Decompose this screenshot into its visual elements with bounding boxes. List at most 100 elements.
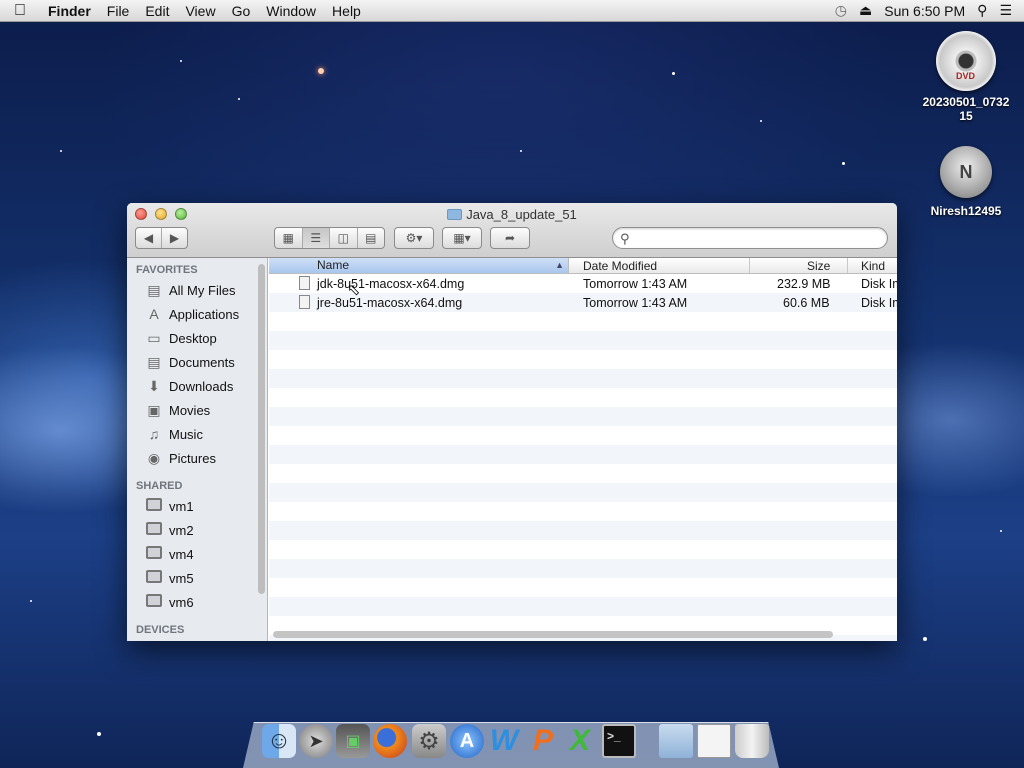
desktop-icon-dvd[interactable]: DVD 20230501_073215 — [921, 31, 1011, 123]
trash-icon[interactable] — [735, 724, 769, 758]
eject-icon[interactable]: ⏏ — [859, 2, 872, 19]
table-row[interactable]: jre-8u51-macosx-x64.dmg Tomorrow 1:43 AM… — [269, 293, 897, 312]
clock[interactable]: Sun 6:50 PM — [884, 3, 965, 19]
applications-folder-icon[interactable] — [659, 724, 693, 758]
sidebar-item-label: Downloads — [169, 378, 234, 394]
star — [238, 98, 240, 100]
sidebar-item-applications[interactable]: A Applications — [127, 302, 267, 326]
sidebar-item-vm4[interactable]: vm4 — [127, 542, 267, 566]
back-button[interactable]: ◀ — [136, 228, 162, 248]
column-header-date[interactable]: Date Modified — [583, 259, 657, 273]
time-machine-icon[interactable]: ◷ — [835, 2, 847, 19]
title-bar[interactable]: Java_8_update_51 ◀ ▶ ▦ ☰ ◫ ▤ ⚙▾ ▦▾ ➦ ⚲ — [127, 203, 897, 258]
menu-view[interactable]: View — [177, 3, 223, 19]
menu-window[interactable]: Window — [258, 3, 324, 19]
network-computer-icon — [145, 570, 163, 586]
sidebar: FAVORITES ▤ All My Files A Applications ▭ D… — [127, 258, 268, 641]
icon-view-button[interactable]: ▦ — [275, 228, 303, 248]
apple-menu-icon[interactable]:  — [0, 2, 40, 20]
forward-button[interactable]: ▶ — [162, 228, 187, 248]
sidebar-item-vm5[interactable]: vm5 — [127, 566, 267, 590]
notification-center-icon[interactable]: ☰ — [999, 2, 1012, 19]
sidebar-item-label: vm6 — [169, 594, 194, 610]
menu-file[interactable]: File — [99, 3, 138, 19]
folder-icon — [447, 209, 463, 220]
share-button[interactable]: ➦ — [490, 227, 530, 249]
sidebar-scrollbar[interactable] — [258, 264, 265, 594]
file-date: Tomorrow 1:43 AM — [583, 277, 688, 291]
sidebar-item-pictures[interactable]: ◉ Pictures — [127, 446, 267, 470]
back-forward-control: ◀ ▶ — [135, 227, 188, 249]
sidebar-item-movies[interactable]: ▣ Movies — [127, 398, 267, 422]
document-icon — [299, 295, 310, 309]
sidebar-item-vm1[interactable]: vm1 — [127, 494, 267, 518]
mouse-pointer-icon: ⬁ — [347, 282, 361, 299]
powerpoint-icon[interactable]: P — [526, 724, 560, 758]
star — [97, 732, 101, 736]
finder-icon[interactable]: ☺ — [262, 724, 296, 758]
sidebar-item-label: Pictures — [169, 450, 216, 466]
sidebar-item-label: Music — [169, 426, 203, 442]
preview-icon[interactable] — [697, 724, 731, 758]
list-view-button[interactable]: ☰ — [302, 228, 330, 248]
terminal-icon[interactable]: >_ — [602, 724, 636, 758]
column-divider[interactable] — [749, 258, 750, 273]
search-field[interactable]: ⚲ — [612, 227, 888, 249]
app-menu[interactable]: Finder — [40, 3, 99, 19]
sidebar-header-shared: SHARED — [136, 480, 183, 492]
sidebar-item-all-my-files[interactable]: ▤ All My Files — [127, 278, 267, 302]
sidebar-item-label: vm2 — [169, 522, 194, 538]
column-header-kind[interactable]: Kind — [861, 259, 885, 273]
file-size: 60.6 MB — [783, 296, 830, 310]
gear-icon: ⚙▾ — [405, 231, 423, 245]
sidebar-item-music[interactable]: ♫ Music — [127, 422, 267, 446]
sidebar-item-vm6[interactable]: vm6 — [127, 590, 267, 614]
file-size: 232.9 MB — [777, 277, 831, 291]
menu-extras: ◷ ⏏ Sun 6:50 PM ⚲ ☰ — [835, 2, 1024, 19]
file-kind: Disk Im — [861, 296, 897, 310]
column-header-size[interactable]: Size — [807, 259, 830, 273]
sidebar-header-favorites: FAVORITES — [136, 264, 198, 276]
menu-edit[interactable]: Edit — [137, 3, 177, 19]
sidebar-item-desktop[interactable]: ▭ Desktop — [127, 326, 267, 350]
system-preferences-icon[interactable]: ⚙ — [412, 724, 446, 758]
sidebar-item-downloads[interactable]: ⬇ Downloads — [127, 374, 267, 398]
menu-go[interactable]: Go — [224, 3, 259, 19]
file-list: Name ▲ Date Modified Size Kind jdk-8u51-… — [269, 258, 897, 641]
arrange-button[interactable]: ▦▾ — [442, 227, 482, 249]
window-title: Java_8_update_51 — [127, 207, 897, 222]
star — [180, 60, 182, 62]
pictures-icon: ◉ — [147, 450, 161, 466]
file-name: jre-8u51-macosx-x64.dmg — [317, 296, 463, 310]
column-divider[interactable] — [847, 258, 848, 273]
star — [760, 120, 762, 122]
menu-help[interactable]: Help — [324, 3, 369, 19]
movies-icon: ▣ — [147, 402, 161, 418]
excel-icon[interactable]: X — [563, 724, 597, 758]
arrange-icon: ▦▾ — [453, 231, 471, 245]
sort-ascending-icon: ▲ — [555, 260, 564, 270]
spotlight-icon[interactable]: ⚲ — [977, 2, 987, 19]
cover-flow-button[interactable]: ▤ — [358, 228, 385, 248]
sidebar-item-vm2[interactable]: vm2 — [127, 518, 267, 542]
sidebar-item-documents[interactable]: ▤ Documents — [127, 350, 267, 374]
column-header-name[interactable]: Name ▲ — [269, 258, 569, 273]
file-date: Tomorrow 1:43 AM — [583, 296, 688, 310]
system-info-icon[interactable]: ▣ — [336, 724, 370, 758]
app-store-icon[interactable]: A — [450, 724, 484, 758]
star — [318, 68, 324, 74]
sidebar-item-label: All My Files — [169, 282, 236, 298]
firefox-icon[interactable] — [373, 724, 407, 758]
desktop-icon-disk[interactable]: N Niresh12495 — [921, 146, 1011, 218]
star — [60, 150, 62, 152]
word-icon[interactable]: W — [487, 724, 521, 758]
window-title-text: Java_8_update_51 — [466, 207, 577, 222]
sidebar-item-label: vm4 — [169, 546, 194, 562]
column-view-button[interactable]: ◫ — [330, 228, 358, 248]
horizontal-scrollbar[interactable] — [273, 631, 833, 638]
sidebar-item-label: vm1 — [169, 498, 194, 514]
launchpad-icon[interactable]: ➤ — [299, 724, 333, 758]
table-row[interactable]: jdk-8u51-macosx-x64.dmg Tomorrow 1:43 AM… — [269, 274, 897, 293]
action-button[interactable]: ⚙▾ — [394, 227, 434, 249]
sidebar-item-label: Desktop — [169, 330, 217, 346]
